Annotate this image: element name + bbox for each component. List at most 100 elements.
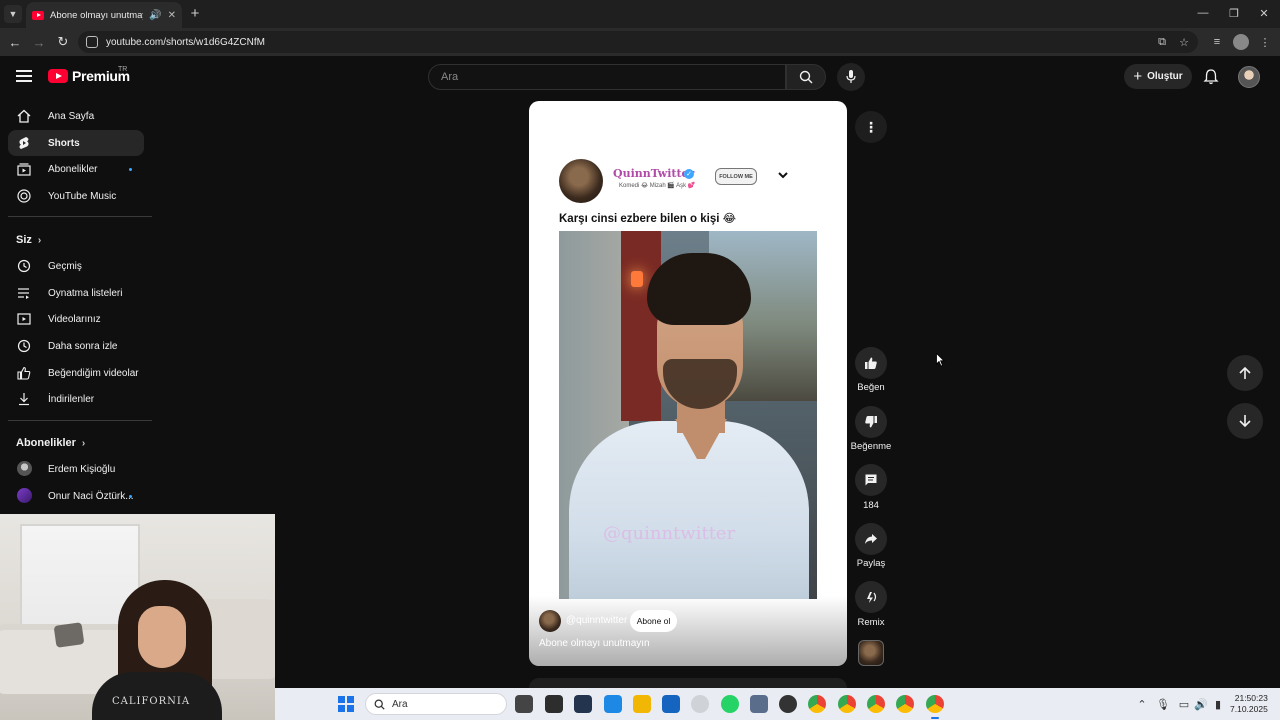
profile-avatar[interactable] [1233,34,1249,50]
sidebar-item-your-videos[interactable]: Videolarınız [8,306,144,332]
install-app-icon[interactable]: ⧉ [1154,34,1170,50]
reload-button[interactable]: ↻ [54,33,72,51]
like-button[interactable] [855,347,887,379]
comments-button[interactable] [855,464,887,496]
webcam-overlay: CALIFORNIA [0,514,275,720]
search-input[interactable]: Ara [428,64,786,90]
browser-tab[interactable]: Abone olmayı unutmayın 🔊 ✕ [26,2,182,28]
powershell-icon[interactable] [574,695,592,713]
bookmark-star-icon[interactable]: ☆ [1176,34,1192,50]
file-explorer-icon[interactable] [633,695,651,713]
windows-taskbar: Ara ⌃ 🎙 ▭ 🔊 ▮ 21:50:23 7.10.2025 [275,688,1280,720]
sidebar-item-youtube-music[interactable]: YouTube Music [8,183,144,209]
youtube-favicon-icon [32,10,44,20]
calculator-icon[interactable] [604,695,622,713]
liked-videos-icon [17,366,31,380]
chrome-icon[interactable] [896,695,914,713]
share-button[interactable] [855,523,887,555]
sidebar-item-history[interactable]: Geçmiş [8,253,144,279]
dislike-button[interactable] [855,406,887,438]
voice-search-button[interactable] [837,63,865,91]
short-title[interactable]: Abone olmayı unutmayın [539,638,650,649]
sidebar-item-label: Erdem Kişioğlu [48,463,116,475]
sidebar-channel-item[interactable]: Erdem Kişioğlu [8,456,144,482]
back-button[interactable]: ← [6,33,24,51]
search-icon [374,699,385,710]
browser-menu-icon[interactable]: ⋮ [1257,34,1273,50]
restore-button[interactable]: ❐ [1224,4,1244,22]
chrome-icon[interactable] [867,695,885,713]
menu-icon[interactable] [16,70,32,82]
sidebar-item-subscriptions[interactable]: Abonelikler [8,156,144,182]
sidebar-item-label: YouTube Music [48,190,117,202]
speaker-icon[interactable]: 🔊 [149,10,161,21]
whatsapp-icon[interactable] [721,695,739,713]
taskbar-search-placeholder: Ara [392,698,408,710]
url-field[interactable]: youtube.com/shorts/w1d6G4ZCNfM [78,31,1198,53]
sidebar-item-label: Geçmiş [48,260,82,272]
subscriptions-icon [17,163,31,176]
notifications-bell-icon[interactable] [1202,68,1220,86]
sidebar-item-home[interactable]: Ana Sayfa [8,103,144,129]
chrome-active-icon[interactable] [926,695,944,719]
snipping-tool-icon[interactable] [750,695,768,713]
chatgpt-icon[interactable] [691,695,709,713]
sound-thumbnail[interactable] [858,640,884,666]
chrome-icon[interactable] [838,695,856,713]
youtube-logo-icon [48,69,68,83]
webcam-pillow [53,622,85,648]
arrow-down-icon [1239,415,1251,428]
forward-button[interactable]: → [30,33,48,51]
thumbs-up-icon [865,357,877,369]
search-button[interactable] [786,64,826,90]
sidebar-item-liked-videos[interactable]: Beğendiğim videolar [8,360,144,386]
taskbar-search[interactable]: Ara [365,693,507,715]
media-control-icon[interactable]: ≡ [1209,34,1225,50]
new-tab-button[interactable]: + [186,4,204,22]
remix-button[interactable] [855,581,887,613]
tab-search-button[interactable]: ▼ [4,5,22,23]
taskbar-clock[interactable]: 21:50:23 7.10.2025 [1230,693,1268,715]
sidebar-item-watch-later[interactable]: Daha sonra izle [8,333,144,359]
minimize-button[interactable]: — [1193,4,1213,22]
obs-icon[interactable] [779,695,797,713]
watch-later-icon [17,339,31,353]
close-tab-icon[interactable]: ✕ [168,10,176,21]
channel-handle[interactable]: @quinntwitter [566,615,627,626]
sidebar-you-heading[interactable]: Siz › [16,234,41,246]
more-options-button[interactable]: ⋮ [855,111,887,143]
tray-microphone-icon[interactable]: 🎙 [1156,697,1170,711]
tray-display-icon[interactable]: ▭ [1177,697,1191,711]
close-window-button[interactable]: ✕ [1254,4,1274,22]
next-short-button[interactable] [1227,403,1263,439]
playlists-icon [18,288,29,299]
windows-start-icon[interactable] [338,696,354,712]
shorts-video-player[interactable]: QuinnTwitter ✓ Komedi 😂 Mizah 🎬 Aşk 💕 FO… [529,101,847,666]
previous-short-button[interactable] [1227,355,1263,391]
chevron-right-icon: › [37,234,42,246]
subscribe-button[interactable]: Abone ol [630,610,677,632]
remix-icon [867,592,877,603]
sidebar-item-label: Beğendiğim videolar [48,367,139,379]
tray-volume-icon[interactable]: 🔊 [1194,697,1208,711]
sidebar-item-shorts[interactable]: Shorts [8,130,144,156]
terminal-icon[interactable] [545,695,563,713]
sidebar-channel-item[interactable]: Onur Naci Öztürk... [8,483,144,509]
sidebar-item-playlists[interactable]: Oynatma listeleri [8,280,144,306]
microphone-icon [846,70,856,83]
channel-avatar[interactable] [539,610,561,632]
address-bar-row: ← → ↻ youtube.com/shorts/w1d6G4ZCNfM ⧉ ☆… [0,28,1280,56]
task-view-icon[interactable] [515,695,533,713]
embedded-channel-avatar [559,159,603,203]
sidebar-subscriptions-heading[interactable]: Abonelikler › [16,437,85,449]
site-info-icon[interactable] [86,36,98,48]
chrome-icon[interactable] [808,695,826,713]
store-icon[interactable] [662,695,680,713]
arrow-up-icon [1239,366,1251,379]
create-button[interactable]: + Oluştur [1124,64,1192,89]
tray-chevron-up-icon[interactable]: ⌃ [1135,697,1149,711]
youtube-music-icon [17,189,31,203]
sidebar-item-downloads[interactable]: İndirilenler [8,386,144,412]
account-avatar[interactable] [1238,66,1260,88]
tray-battery-icon[interactable]: ▮ [1211,697,1225,711]
